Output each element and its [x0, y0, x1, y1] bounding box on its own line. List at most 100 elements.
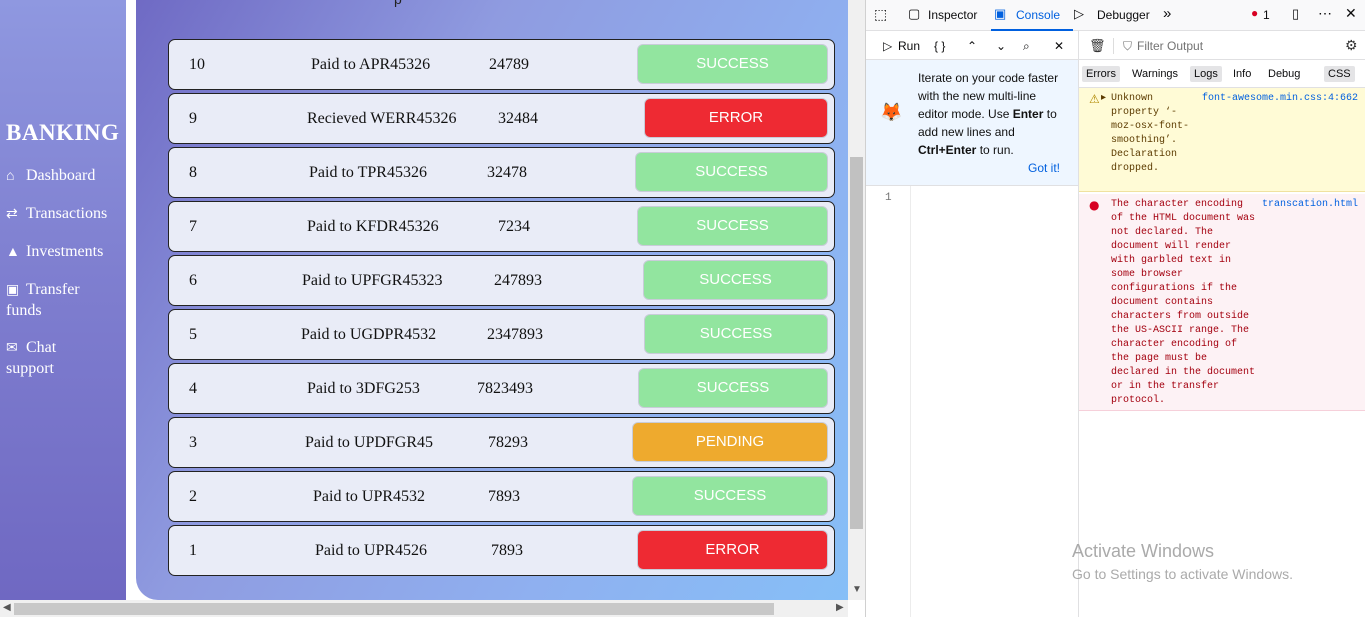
sidebar-item-label: Dashboard [26, 167, 96, 184]
scroll-right-icon[interactable]: ▶ [836, 602, 844, 613]
sidebar-item-transfer-funds[interactable]: ▣ Transfer funds [6, 280, 116, 321]
warning-text: Unknown property ‘-moz-osx-font-smoothin… [1111, 93, 1190, 174]
error-source-link[interactable]: transcation.html [1262, 198, 1358, 212]
more-options-icon[interactable]: ⋯ [1318, 5, 1332, 22]
close-icon[interactable]: ✕ [1345, 5, 1357, 22]
txn-id: 3 [189, 434, 197, 451]
editor-gutter: 1 [866, 186, 911, 617]
filter-warnings[interactable]: Warnings [1128, 66, 1182, 82]
tab-console[interactable]: Console [1016, 8, 1060, 22]
txn-amount: 24789 [489, 56, 529, 73]
status-button[interactable]: SUCCESS [637, 206, 828, 246]
sidebar-item-dashboard[interactable]: ⌂ Dashboard [6, 166, 95, 187]
console-icon: ▣ [994, 6, 1007, 21]
table-row: 1 Paid to UPR4526 7893 ERROR [168, 525, 835, 576]
txn-id: 1 [189, 542, 197, 559]
error-badge-icon[interactable]: ● [1251, 6, 1258, 20]
activation-watermark-title: Activate Windows [1072, 541, 1215, 561]
txn-amount: 2347893 [487, 326, 543, 343]
money-icon: ▣ [6, 283, 20, 298]
txn-id: 9 [189, 110, 197, 127]
table-row: 7 Paid to KFDR45326 7234 SUCCESS [168, 201, 835, 252]
more-tabs-icon[interactable]: » [1163, 5, 1171, 22]
area-chart-icon: ▲ [6, 245, 20, 260]
table-row: 9 Recieved WERR45326 32484 ERROR [168, 93, 835, 144]
scroll-left-icon[interactable]: ◀ [3, 602, 11, 613]
table-row: 2 Paid to UPR4532 7893 SUCCESS [168, 471, 835, 522]
tab-inspector[interactable]: Inspector [928, 8, 977, 22]
warning-icon: ⚠ [1089, 92, 1100, 106]
filter-logs[interactable]: Logs [1190, 66, 1222, 82]
status-button[interactable]: PENDING [632, 422, 828, 462]
play-icon[interactable]: ▷ [883, 39, 892, 53]
home-icon: ⌂ [6, 169, 15, 184]
expand-arrow-icon[interactable]: ▸ [1101, 92, 1106, 106]
pretty-print-button[interactable]: { } [934, 39, 945, 53]
txn-description: Paid to TPR45326 [309, 164, 427, 181]
status-button[interactable]: ERROR [637, 530, 828, 570]
status-button[interactable]: SUCCESS [643, 260, 828, 300]
status-button[interactable]: SUCCESS [635, 152, 828, 192]
filter-info[interactable]: Info [1229, 66, 1255, 82]
txn-description: Paid to UPR4532 [313, 488, 426, 505]
warning-source-link[interactable]: font-awesome.min.css:4:662 [1202, 92, 1358, 106]
txn-amount: 7893 [491, 542, 523, 559]
debugger-icon: ▷ [1074, 6, 1084, 21]
tab-debugger[interactable]: Debugger [1097, 8, 1150, 22]
settings-gear-icon[interactable]: ⚙ [1345, 37, 1358, 54]
dock-icon[interactable]: ▯ [1292, 6, 1299, 22]
filter-input[interactable]: Filter Output [1137, 39, 1203, 53]
table-row: 6 Paid to UPFGR45323 247893 SUCCESS [168, 255, 835, 306]
vertical-scroll-thumb[interactable] [850, 157, 863, 529]
run-button[interactable]: Run [898, 39, 920, 53]
warning-message: ⚠ ▸ Unknown property ‘-moz-osx-font-smoo… [1079, 88, 1365, 192]
got-it-link[interactable]: Got it! [1028, 161, 1060, 175]
line-number: 1 [885, 192, 892, 204]
status-button[interactable]: SUCCESS [637, 44, 828, 84]
table-row: 5 Paid to UGDPR4532 2347893 SUCCESS [168, 309, 835, 360]
chevron-down-icon[interactable]: ⌄ [996, 39, 1006, 53]
fox-icon: 🦊 [880, 102, 903, 122]
txn-description: Paid to UPFGR45323 [302, 272, 443, 289]
txn-id: 6 [189, 272, 197, 289]
sidebar-item-chat-support[interactable]: ✉ Chat support [6, 338, 86, 379]
chevron-up-icon[interactable]: ⌃ [967, 39, 977, 53]
search-icon[interactable]: ⌕ [1023, 39, 1030, 54]
txn-amount: 7893 [488, 488, 520, 505]
status-button[interactable]: ERROR [644, 98, 828, 138]
txn-id: 7 [189, 218, 197, 235]
sidebar-item-investments[interactable]: ▲ Investments [6, 242, 103, 263]
sidebar: BANKING ⌂ Dashboard ⇄ Transactions ▲ Invest… [0, 0, 126, 600]
txn-description: Paid to UPR4526 [315, 542, 428, 559]
vertical-scrollbar[interactable]: ▼ [848, 0, 865, 600]
txn-id: 4 [189, 380, 197, 397]
sidebar-item-transactions[interactable]: ⇄ Transactions [6, 204, 107, 225]
table-row: 8 Paid to TPR45326 32478 SUCCESS [168, 147, 835, 198]
status-button[interactable]: SUCCESS [644, 314, 828, 354]
status-button[interactable]: SUCCESS [632, 476, 828, 516]
inspector-icon: ▢ [908, 6, 921, 21]
txn-id: 5 [189, 326, 197, 343]
editor-notice: 🦊 Iterate on your code faster with the n… [866, 60, 1078, 186]
notice-text: Iterate on your code faster with the new… [918, 71, 1059, 157]
filter-css[interactable]: CSS [1324, 66, 1355, 82]
layout-gutter [126, 0, 136, 600]
horizontal-scrollbar[interactable]: ◀ ▶ [0, 600, 848, 617]
filter-debug[interactable]: Debug [1264, 66, 1304, 82]
table-row: 3 Paid to UPDFGR45 78293 PENDING [168, 417, 835, 468]
filter-icon: ⛉ [1123, 39, 1133, 53]
txn-amount: 7823493 [477, 380, 533, 397]
txn-description: Paid to UGDPR4532 [301, 326, 437, 343]
editor-toolbar: ▷ Run { } ⌃ ⌄ ⌕ ✕ [866, 31, 1078, 60]
horizontal-scroll-thumb[interactable] [14, 603, 774, 615]
close-editor-icon[interactable]: ✕ [1054, 39, 1064, 53]
trash-icon[interactable]: 🗑 [1089, 38, 1106, 54]
txn-amount: 247893 [494, 272, 542, 289]
element-picker-icon[interactable]: ⬚ [874, 6, 887, 23]
filter-errors[interactable]: Errors [1082, 66, 1120, 82]
status-button[interactable]: SUCCESS [638, 368, 828, 408]
scroll-down-icon[interactable]: ▼ [852, 584, 862, 595]
txn-id: 10 [189, 56, 205, 73]
browser-viewport: BANKING ⌂ Dashboard ⇄ Transactions ▲ Invest… [0, 0, 865, 617]
error-count[interactable]: 1 [1263, 8, 1270, 22]
